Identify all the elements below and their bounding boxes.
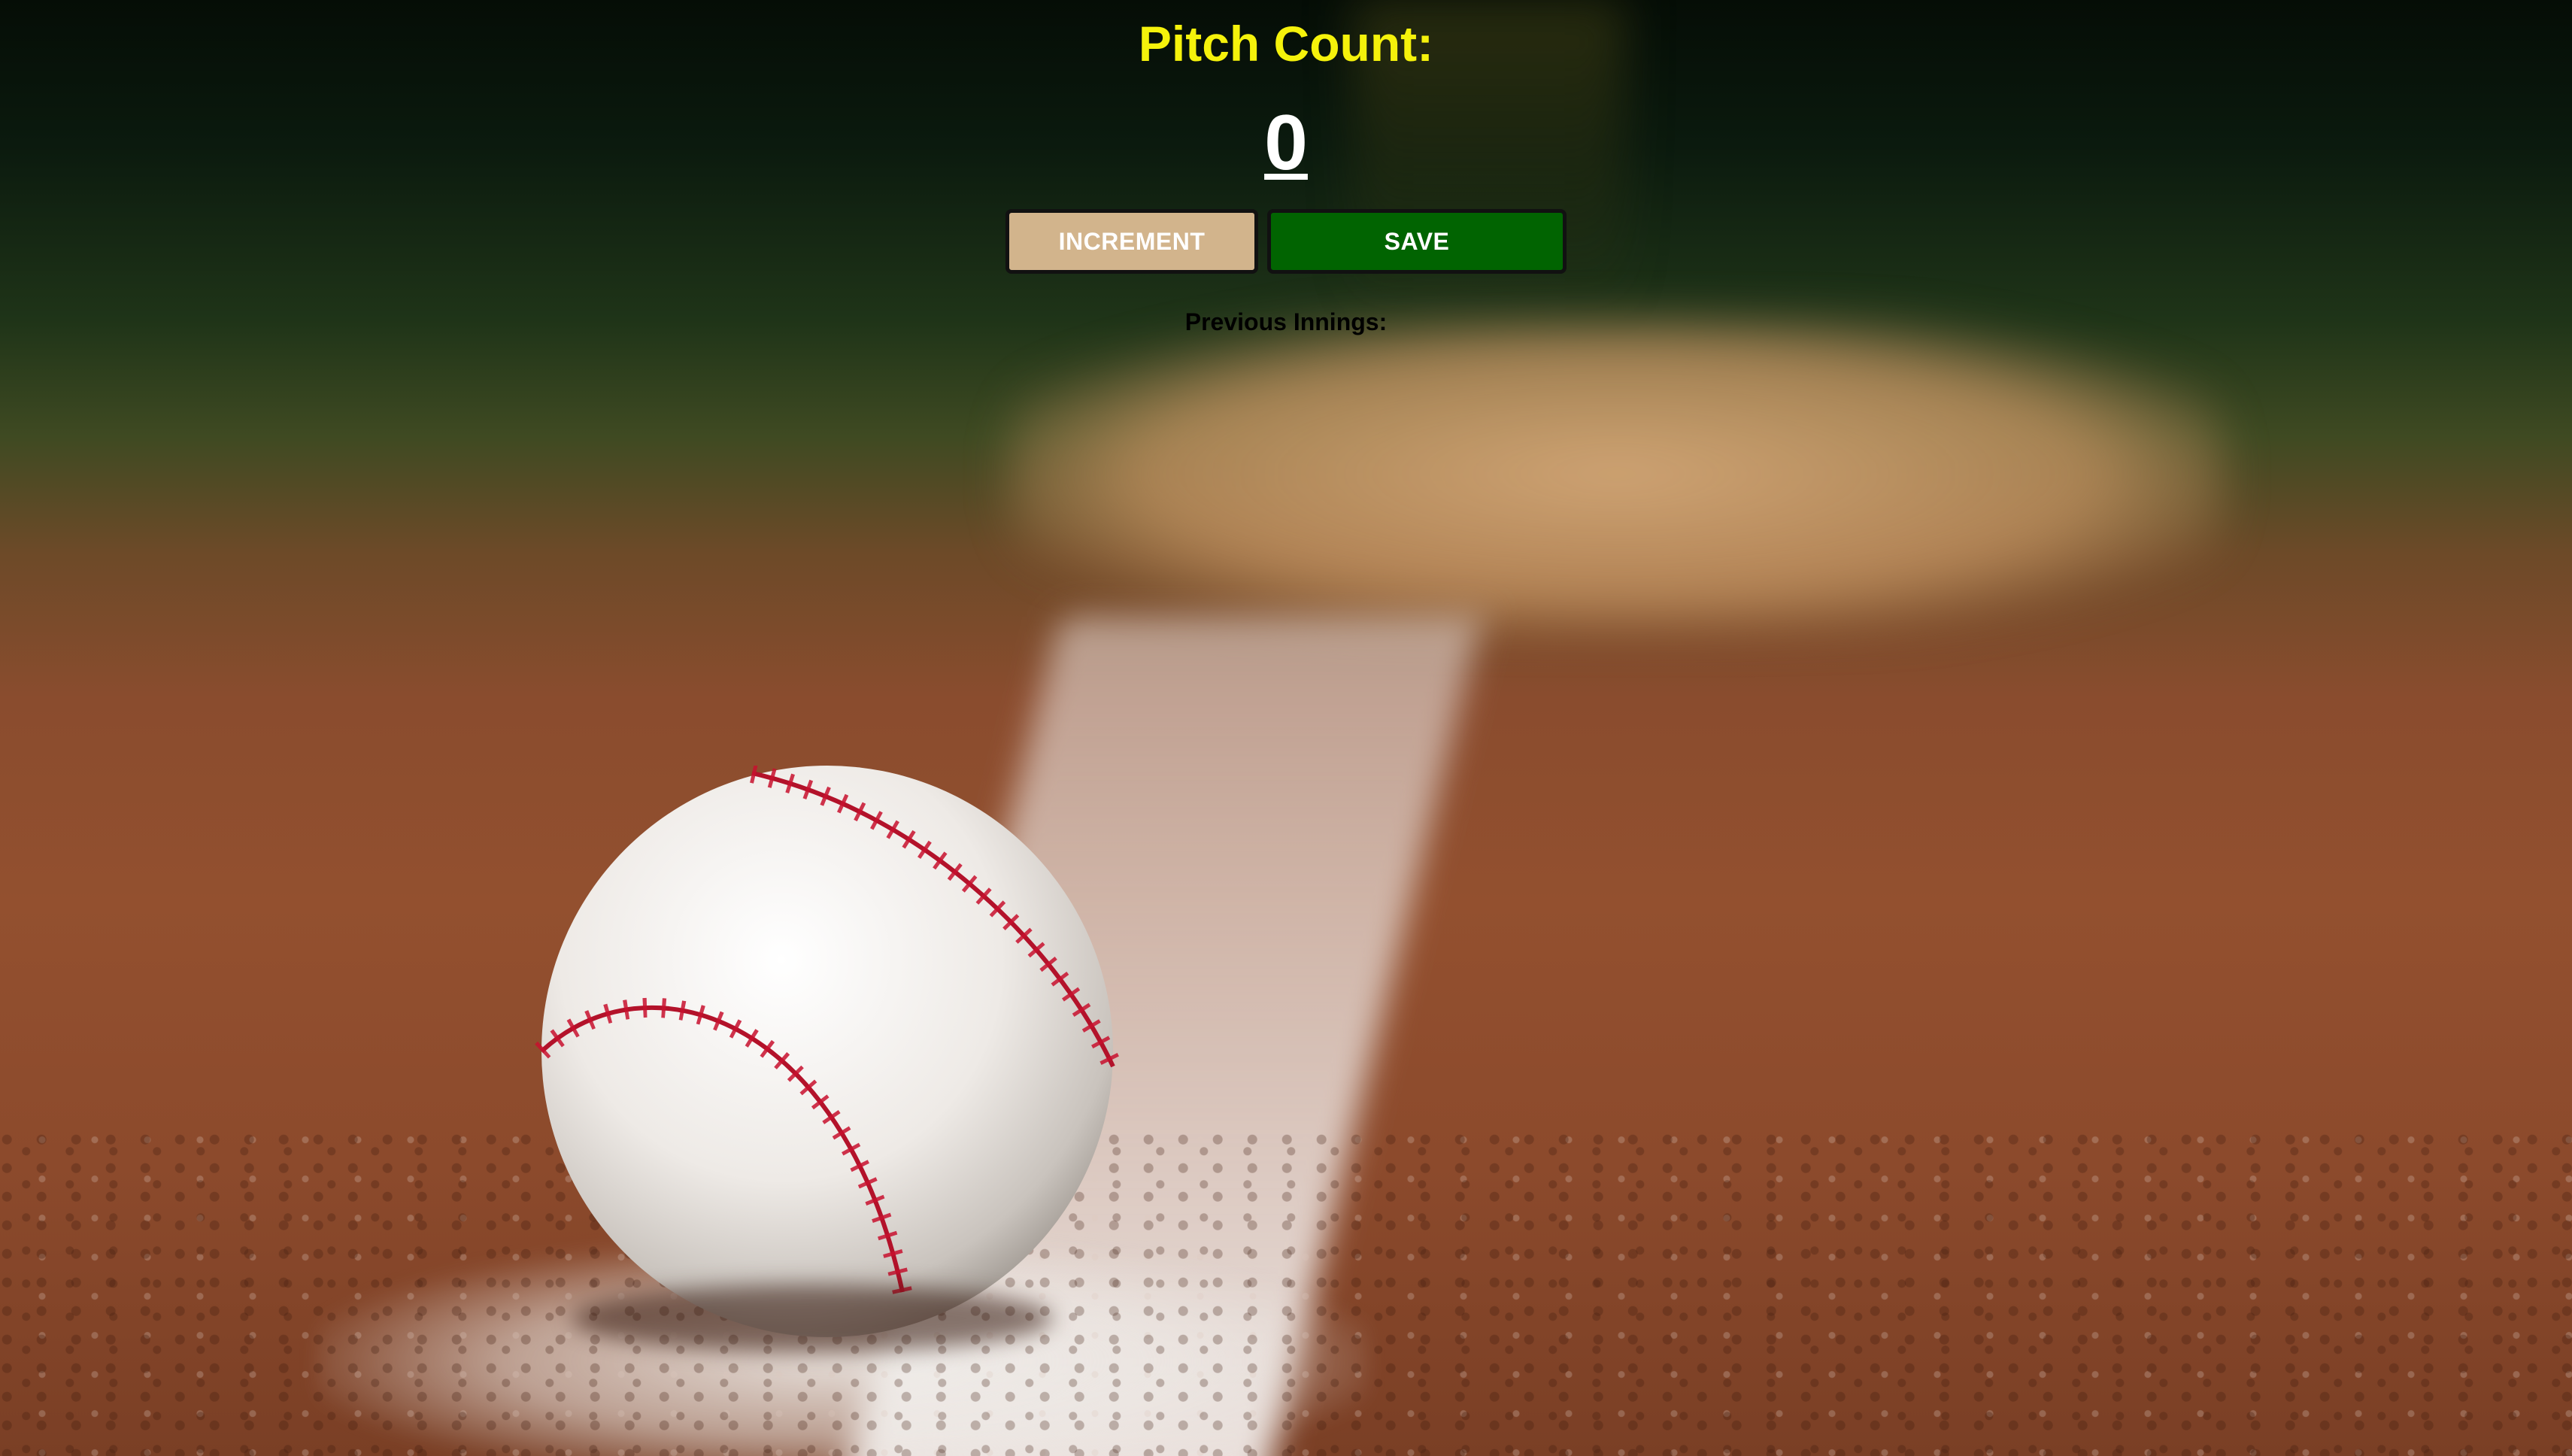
pitch-counter-panel: Pitch Count: 0 INCREMENT SAVE Previous I… bbox=[0, 0, 2572, 337]
button-row: INCREMENT SAVE bbox=[1005, 209, 1567, 274]
baseball-icon bbox=[535, 763, 1122, 1337]
page-title: Pitch Count: bbox=[1138, 16, 1434, 71]
background-dirt bbox=[0, 1128, 2572, 1456]
previous-innings-label: Previous Innings: bbox=[1184, 308, 1388, 335]
background-base bbox=[1008, 316, 2226, 632]
increment-button[interactable]: INCREMENT bbox=[1005, 209, 1258, 274]
save-button[interactable]: SAVE bbox=[1267, 209, 1567, 274]
pitch-count-value: 0 bbox=[1264, 99, 1308, 187]
page: Pitch Count: 0 INCREMENT SAVE Previous I… bbox=[0, 0, 2572, 1456]
baseball-image bbox=[526, 763, 1128, 1352]
baseball-shadow bbox=[572, 1285, 1053, 1352]
